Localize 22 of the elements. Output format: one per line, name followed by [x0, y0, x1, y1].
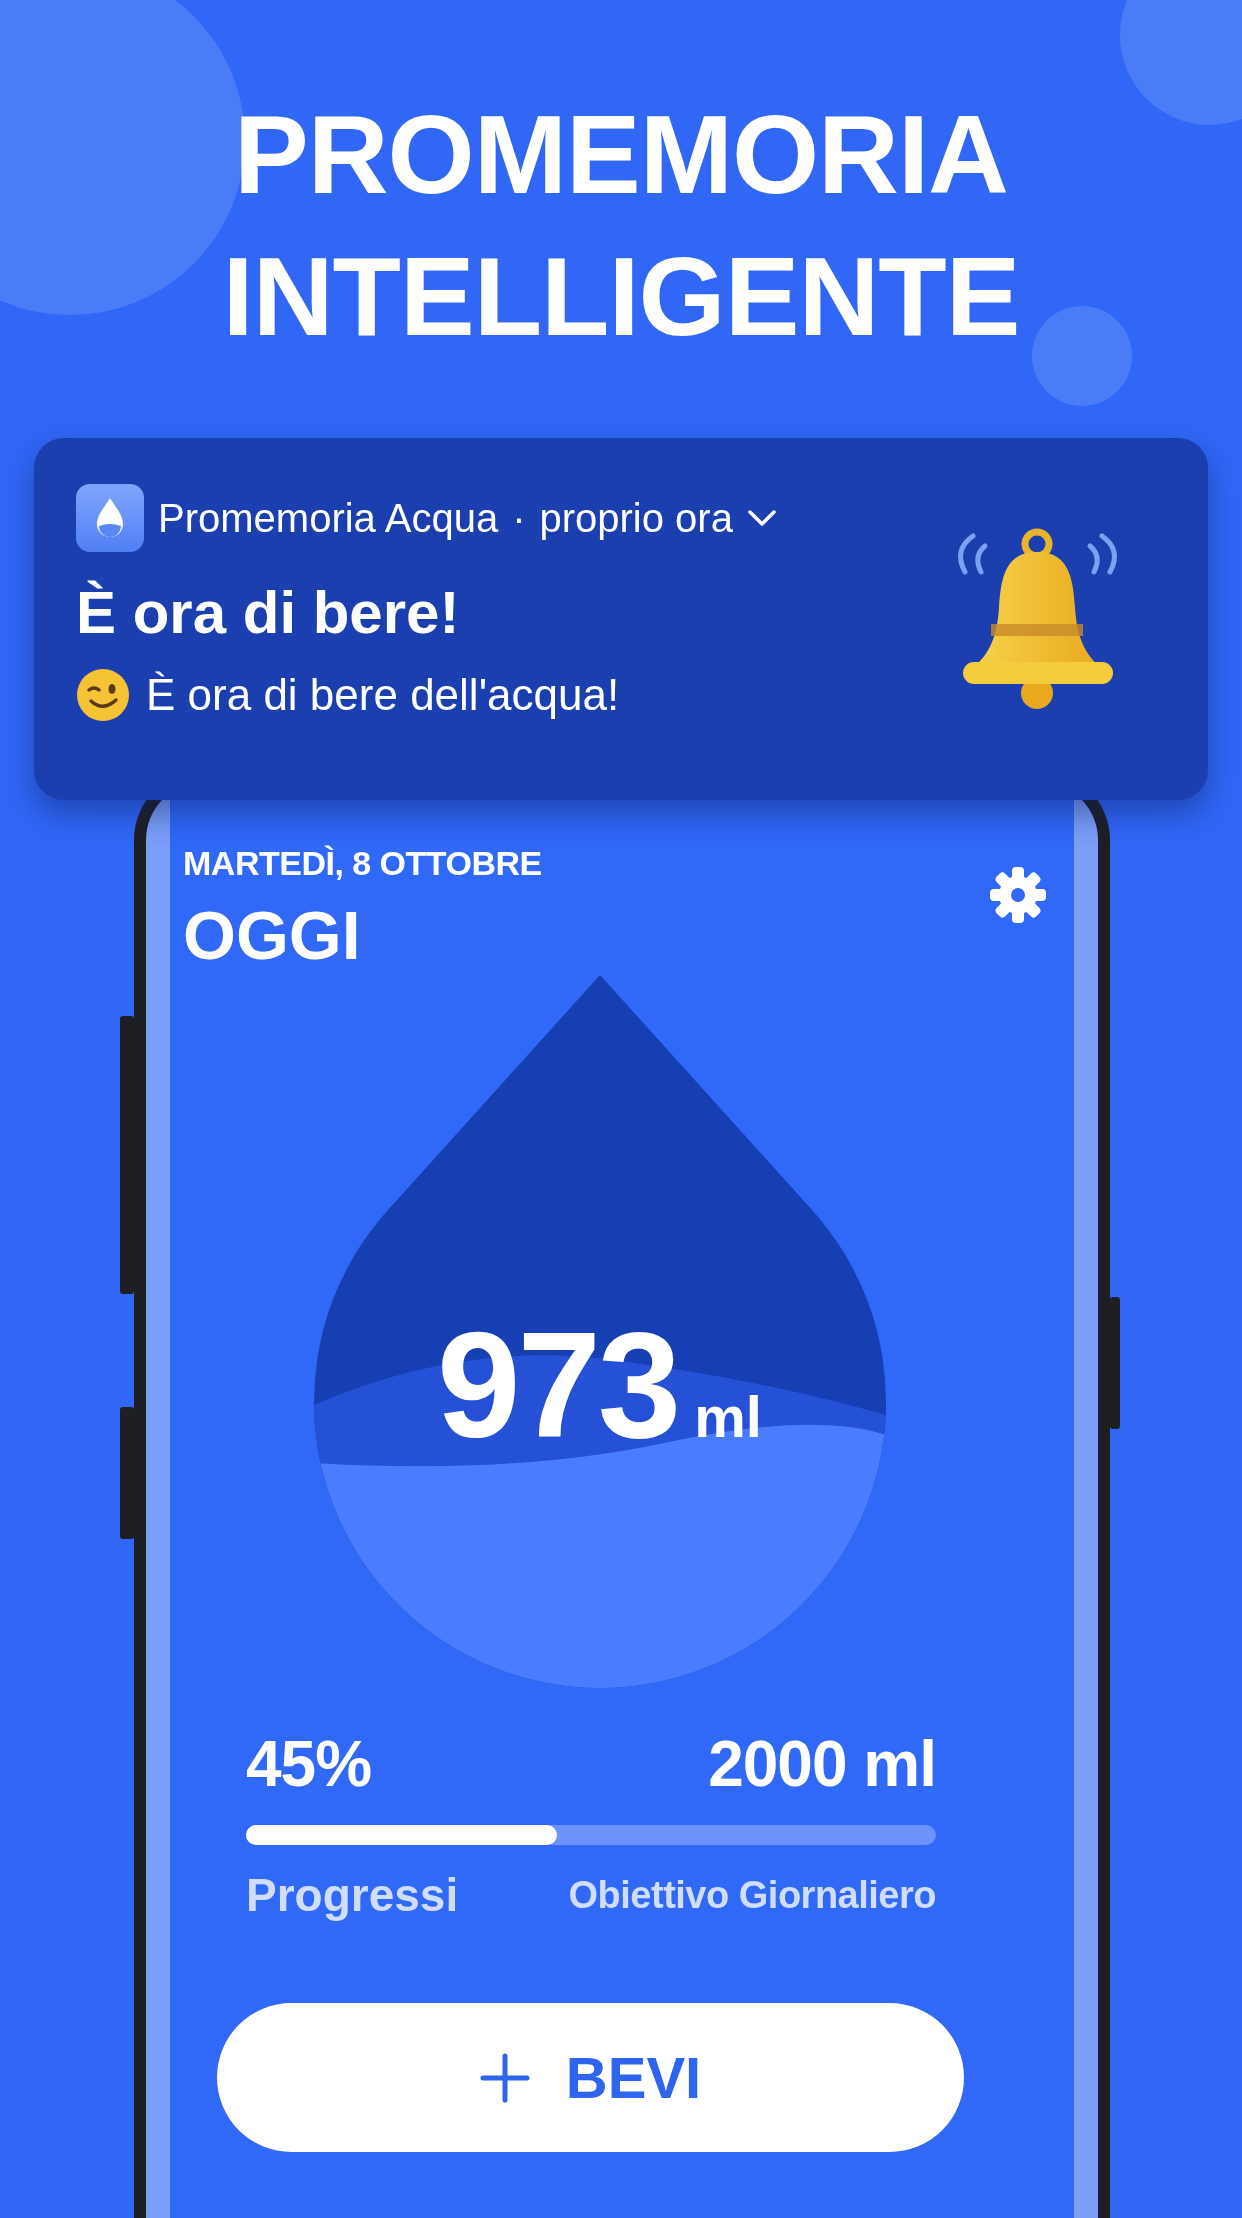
notification-body: È ora di bere dell'acqua! [146, 670, 620, 720]
plus-icon [479, 2052, 530, 2103]
goal-label: Obiettivo Giornaliero [568, 1873, 936, 1918]
water-drop-app-icon [76, 484, 144, 552]
settings-icon[interactable] [990, 867, 1046, 923]
wink-emoji-icon [76, 668, 130, 722]
screen-title: OGGI [183, 896, 362, 975]
drink-button[interactable]: BEVI [217, 2003, 964, 2152]
daily-goal: 2000 ml [708, 1727, 936, 1802]
intake-unit: ml [694, 1383, 762, 1450]
headline: INTELLIGENTE [222, 233, 1020, 361]
separator: · [512, 495, 526, 541]
notification-title: È ora di bere! [76, 578, 461, 648]
chevron-down-icon[interactable] [746, 509, 777, 527]
timestamp: proprio ora [539, 495, 733, 541]
app-name: Promemoria Acqua [158, 495, 499, 541]
intake-amount: 973 [437, 1305, 679, 1465]
notification-card[interactable]: Promemoria Acqua · proprio ora È ora di bere! È ora di bere dell'acqua! [34, 438, 1208, 800]
headline: PROMEMORIA [234, 91, 1008, 219]
progress-percent: 45% [246, 1727, 372, 1802]
progress-label: Progressi [246, 1870, 459, 1920]
date-label: MARTEDÌ, 8 OTTOBRE [183, 843, 542, 883]
